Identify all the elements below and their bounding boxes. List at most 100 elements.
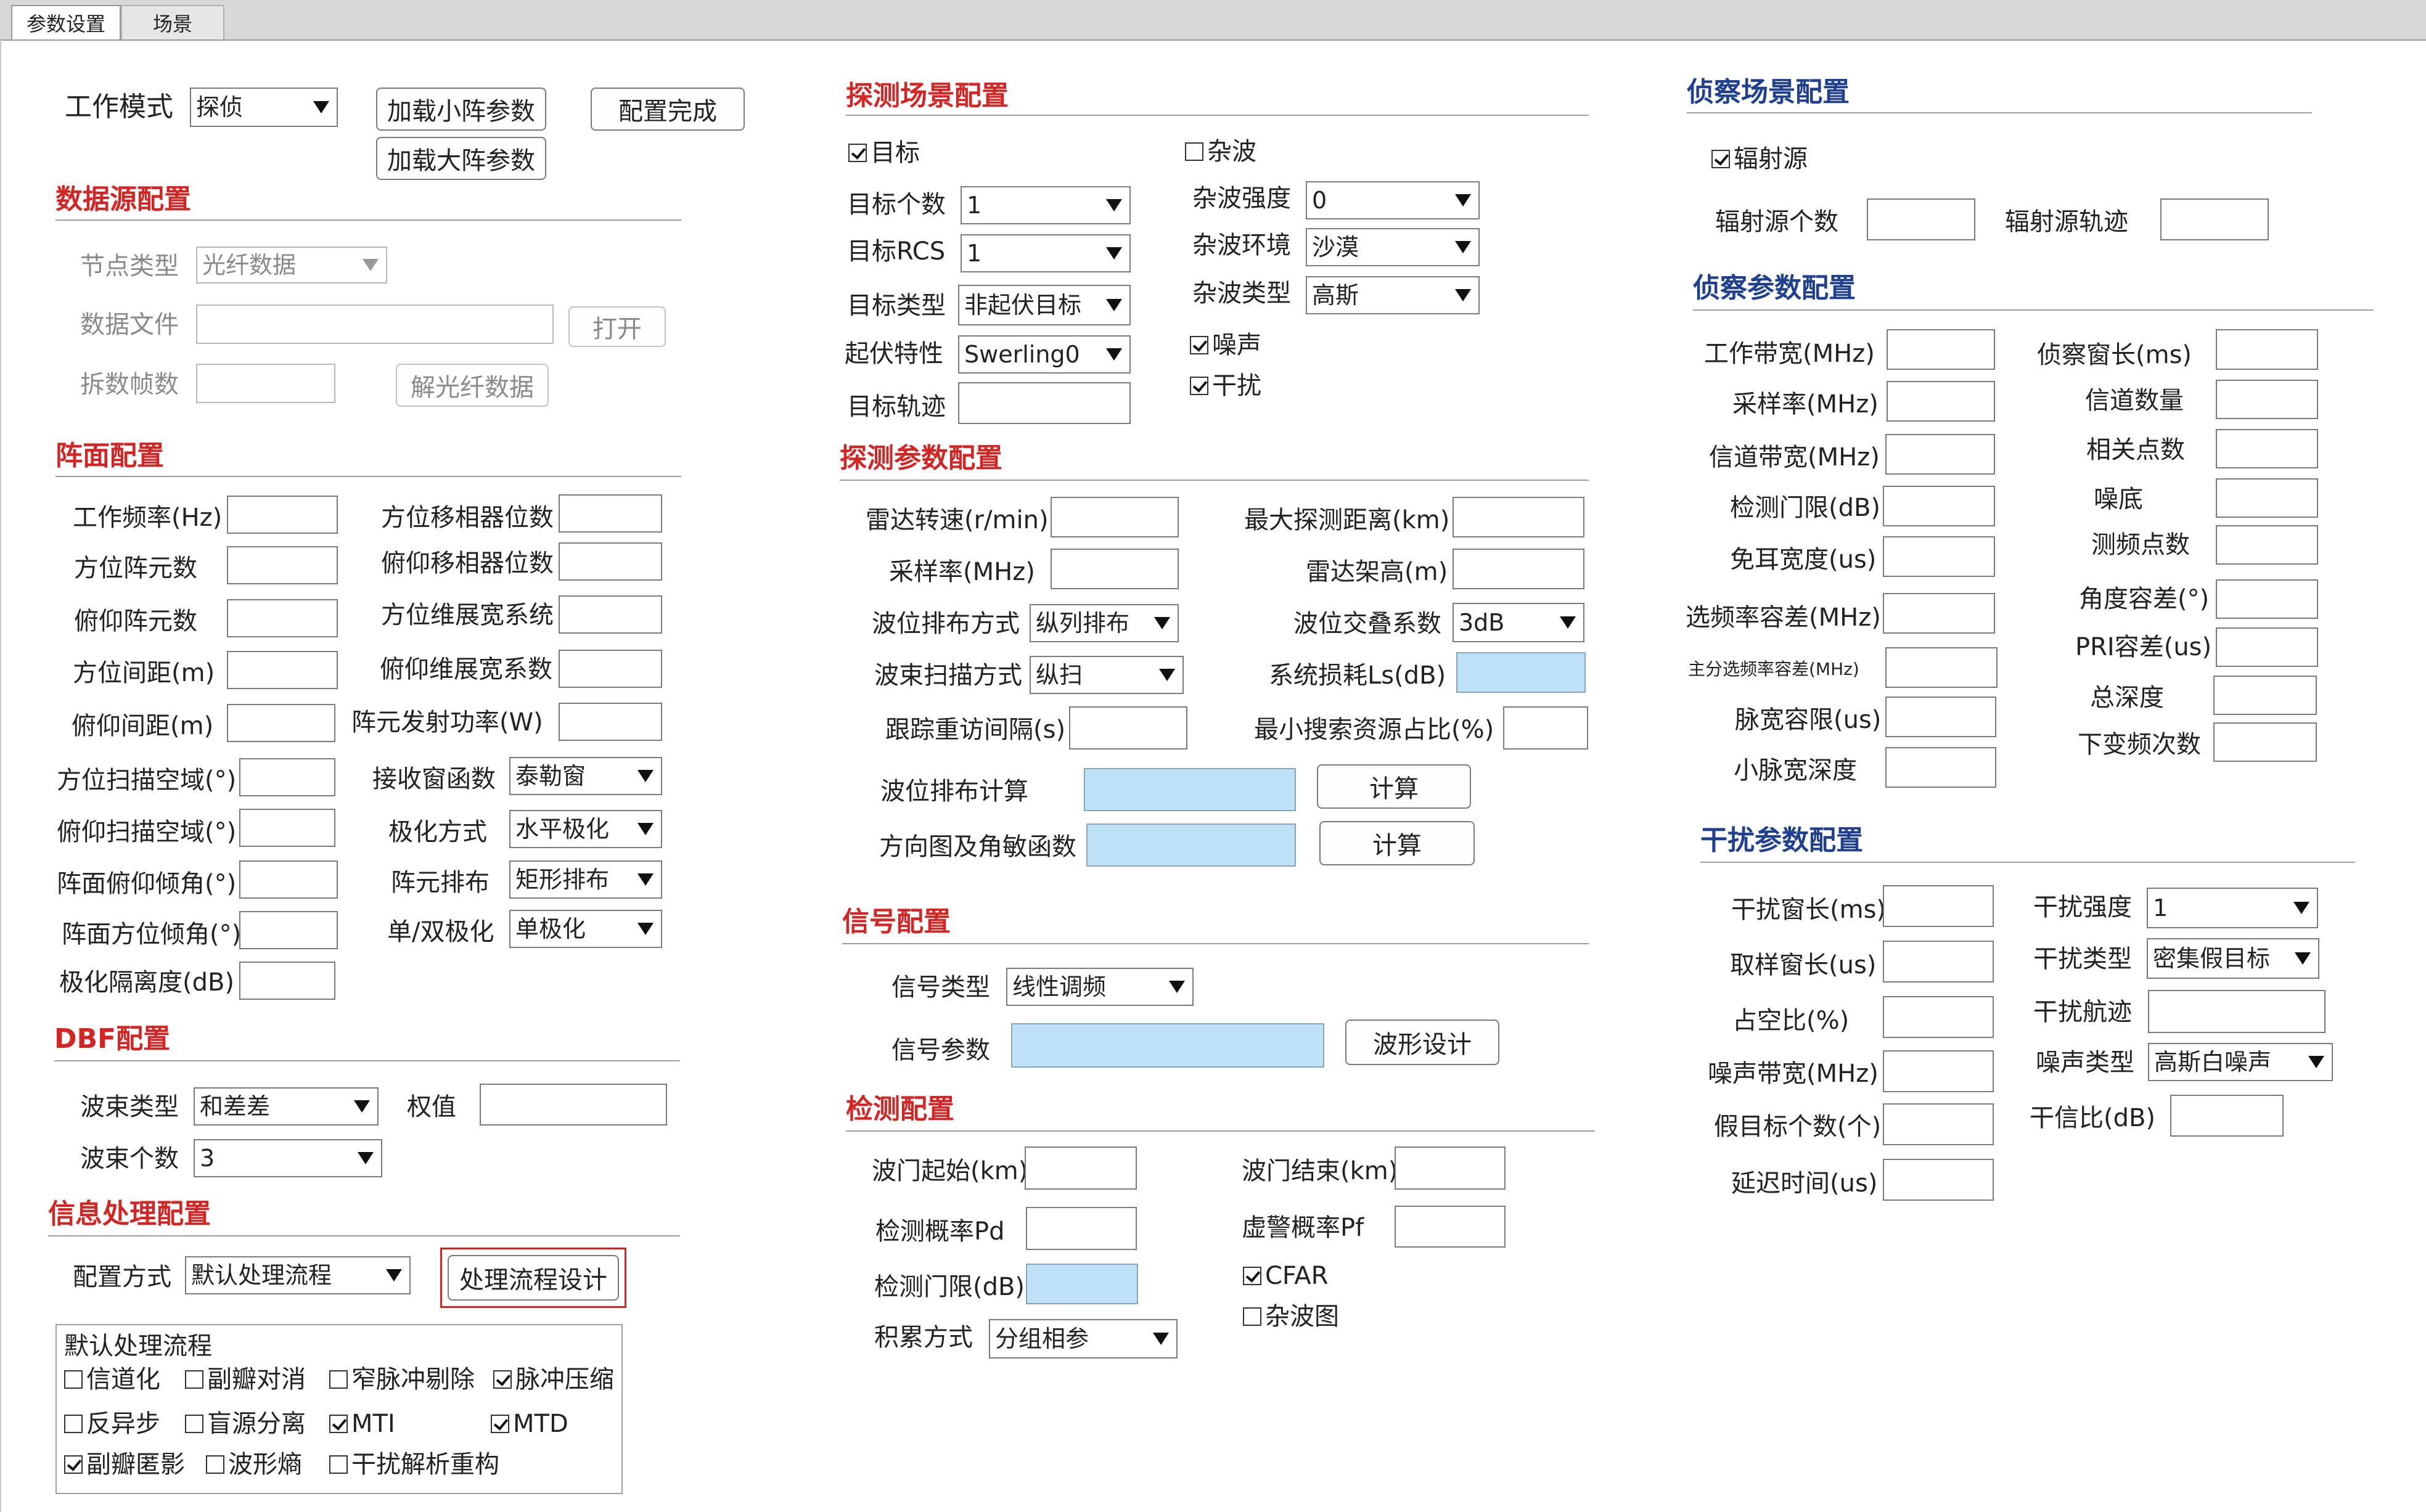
- max-range-input[interactable]: [1453, 497, 1584, 537]
- tab-params[interactable]: 参数设置: [11, 5, 121, 39]
- recon-chbw-input[interactable]: [1885, 434, 1995, 475]
- check-sidelobe-cancel[interactable]: 副瓣对消: [185, 1367, 306, 1392]
- recon-freqtol-input[interactable]: [1883, 593, 1995, 634]
- recon-angletol-input[interactable]: [2216, 579, 2318, 619]
- node-type-select[interactable]: 光纤数据: [196, 247, 387, 284]
- check-channelize[interactable]: 信道化: [64, 1367, 160, 1392]
- recon-threshold-input[interactable]: [1883, 486, 1995, 526]
- face-el-tilt-input[interactable]: [239, 860, 338, 899]
- emitter-checkbox[interactable]: 辐射源: [1711, 147, 1808, 171]
- polarization-select[interactable]: 水平极化: [509, 810, 662, 848]
- recon-pritol-input[interactable]: [2216, 627, 2318, 667]
- decode-fiber-button[interactable]: 解光纤数据: [396, 364, 549, 407]
- overlap-select[interactable]: 3dB: [1453, 603, 1584, 642]
- elem-layout-select[interactable]: 矩形排布: [509, 860, 662, 899]
- clutter-map-checkbox[interactable]: 杂波图: [1243, 1304, 1339, 1329]
- beam-type-select[interactable]: 和差差: [194, 1087, 379, 1126]
- gate-start-input[interactable]: [1025, 1146, 1137, 1190]
- az-elements-input[interactable]: [227, 546, 338, 584]
- threshold-input[interactable]: [1026, 1264, 1138, 1304]
- work-mode-select[interactable]: 探侦: [190, 88, 338, 127]
- single-dual-select[interactable]: 单极化: [509, 910, 662, 948]
- integrate-select[interactable]: 分组相参: [989, 1319, 1178, 1359]
- weight-input[interactable]: [480, 1084, 667, 1126]
- config-mode-select[interactable]: 默认处理流程: [185, 1256, 411, 1294]
- az-spacing-input[interactable]: [227, 651, 338, 689]
- height-input[interactable]: [1453, 549, 1584, 589]
- beam-scan-select[interactable]: 纵扫: [1030, 656, 1184, 694]
- az-phase-bits-input[interactable]: [559, 494, 662, 533]
- check-mti[interactable]: MTI: [329, 1412, 395, 1436]
- rotate-input[interactable]: [1051, 497, 1179, 537]
- jam-track-input[interactable]: [2148, 990, 2326, 1033]
- el-scan-input[interactable]: [239, 809, 335, 847]
- recon-pwlimit-input[interactable]: [1885, 697, 1996, 737]
- clutter-strength-select[interactable]: 0: [1306, 181, 1480, 219]
- el-elements-input[interactable]: [227, 599, 338, 637]
- az-broadening-input[interactable]: [559, 595, 662, 634]
- target-count-select[interactable]: 1: [961, 186, 1131, 224]
- signal-type-select[interactable]: 线性调频: [1006, 968, 1194, 1006]
- clutter-checkbox[interactable]: 杂波: [1185, 139, 1256, 164]
- recon-sample-input[interactable]: [1887, 381, 1995, 422]
- clutter-type-select[interactable]: 高斯: [1306, 276, 1480, 314]
- recon-floor-input[interactable]: [2216, 478, 2318, 518]
- gate-end-input[interactable]: [1395, 1146, 1506, 1190]
- sample-input[interactable]: [1051, 549, 1179, 589]
- flow-design-button[interactable]: 处理流程设计: [448, 1255, 619, 1301]
- jam-jsr-input[interactable]: [2170, 1095, 2284, 1137]
- target-type-select[interactable]: 非起伏目标: [958, 285, 1131, 325]
- jam-strength-select[interactable]: 1: [2147, 888, 2318, 928]
- fluct-select[interactable]: Swerling0: [958, 335, 1131, 374]
- recon-window-input[interactable]: [2216, 329, 2318, 370]
- jam-falsecount-input[interactable]: [1883, 1103, 1994, 1145]
- check-anti-async[interactable]: 反异步: [64, 1412, 160, 1436]
- load-large-array-button[interactable]: 加载大阵参数: [376, 137, 546, 180]
- split-frames-input[interactable]: [196, 364, 335, 403]
- az-scan-input[interactable]: [239, 758, 335, 796]
- check-blind-source[interactable]: 盲源分离: [185, 1412, 306, 1436]
- wave-arr-select[interactable]: 纵列排布: [1030, 604, 1179, 642]
- pattern-calc-button[interactable]: 计算: [1319, 821, 1475, 865]
- beam-count-select[interactable]: 3: [194, 1139, 382, 1177]
- pf-input[interactable]: [1395, 1206, 1506, 1248]
- revisit-input[interactable]: [1069, 706, 1187, 750]
- recon-freqpts-input[interactable]: [2216, 525, 2318, 565]
- el-spacing-input[interactable]: [227, 704, 335, 742]
- recon-smallpw-input[interactable]: [1885, 747, 1996, 788]
- el-phase-bits-input[interactable]: [559, 542, 662, 581]
- pol-isolation-input[interactable]: [239, 962, 335, 1000]
- pd-input[interactable]: [1026, 1207, 1137, 1250]
- config-done-button[interactable]: 配置完成: [591, 88, 745, 131]
- jam-window-input[interactable]: [1883, 885, 1994, 927]
- face-az-tilt-input[interactable]: [239, 911, 338, 949]
- jam-delay-input[interactable]: [1883, 1159, 1994, 1201]
- el-broadening-input[interactable]: [559, 650, 662, 688]
- recon-downconv-input[interactable]: [2213, 722, 2317, 762]
- load-small-array-button[interactable]: 加载小阵参数: [376, 88, 546, 131]
- jam-checkbox[interactable]: 干扰: [1190, 374, 1261, 398]
- noise-checkbox[interactable]: 噪声: [1190, 333, 1261, 358]
- recon-blank-input[interactable]: [1883, 536, 1995, 577]
- recon-depth-input[interactable]: [2213, 676, 2317, 715]
- wave-calc-button[interactable]: 计算: [1317, 764, 1471, 809]
- check-mtd[interactable]: MTD: [491, 1412, 568, 1436]
- cfar-checkbox[interactable]: CFAR: [1243, 1264, 1328, 1288]
- check-narrow-pulse[interactable]: 窄脉冲剔除: [329, 1367, 475, 1392]
- recon-channels-input[interactable]: [2216, 380, 2318, 419]
- rx-window-select[interactable]: 泰勒窗: [509, 757, 662, 795]
- check-waveform-entropy[interactable]: 波形熵: [206, 1452, 302, 1477]
- jam-noisebw-input[interactable]: [1883, 1050, 1994, 1092]
- clutter-env-select[interactable]: 沙漠: [1306, 228, 1480, 266]
- jam-type-select[interactable]: 密集假目标: [2147, 938, 2319, 979]
- tab-scene[interactable]: 场景: [121, 5, 224, 39]
- target-rcs-select[interactable]: 1: [961, 234, 1131, 272]
- min-search-input[interactable]: [1503, 706, 1588, 750]
- jam-samplewin-input[interactable]: [1883, 941, 1994, 983]
- emitter-track-input[interactable]: [2160, 198, 2269, 240]
- waveform-design-button[interactable]: 波形设计: [1345, 1020, 1499, 1065]
- open-file-button[interactable]: 打开: [568, 306, 666, 347]
- target-track-input[interactable]: [958, 382, 1131, 424]
- loss-input[interactable]: [1456, 652, 1586, 693]
- jam-duty-input[interactable]: [1883, 996, 1994, 1038]
